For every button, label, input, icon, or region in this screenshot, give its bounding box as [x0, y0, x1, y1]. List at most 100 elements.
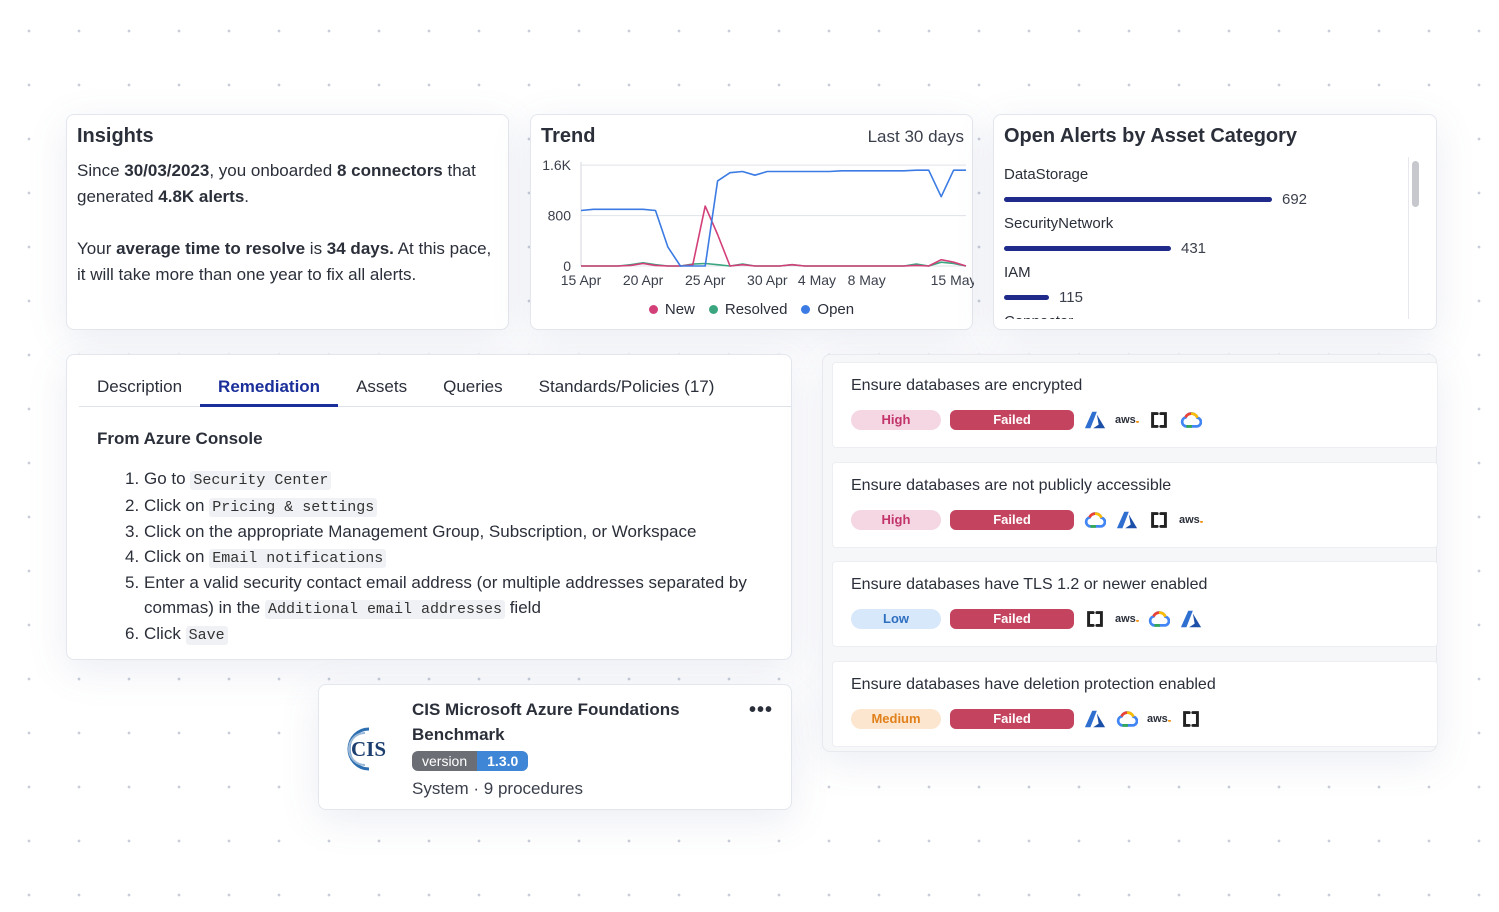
remediation-card: Description Remediation Assets Queries Stand…	[66, 354, 792, 660]
chart-legend: New Resolved Open	[531, 301, 972, 318]
policy-title: Ensure databases have deletion protectio…	[851, 676, 1216, 693]
trend-card: 0 800 1.6K 15 Apr 20 Apr 25 Apr 30 Apr 4 May 8 M…	[530, 114, 974, 330]
step-text: Click on Email notifications	[144, 545, 387, 572]
azure-icon	[1083, 408, 1107, 432]
azure-icon	[1083, 707, 1107, 731]
open-alerts-card: Open Alerts by Asset Category DataStorag…	[993, 114, 1437, 330]
provider-icons: aws	[1083, 508, 1203, 532]
tab-remediation[interactable]: Remediation	[200, 369, 339, 407]
status-badge: Failed	[950, 709, 1074, 729]
policy-item[interactable]: Ensure databases have deletion protectio…	[832, 661, 1438, 747]
status-badge: Failed	[950, 410, 1074, 430]
gcp-icon	[1083, 508, 1107, 532]
scrollbar-thumb[interactable]	[1412, 161, 1419, 207]
provider-icons: aws	[1083, 707, 1203, 731]
status-badge: Failed	[950, 510, 1074, 530]
category-name: DataStorage	[1004, 166, 1089, 183]
azure-icon	[1115, 508, 1139, 532]
legend-dot	[708, 305, 718, 314]
series-line-open	[580, 169, 966, 267]
aws-label: aws	[1147, 713, 1168, 725]
x-tick-label: 8 May	[848, 272, 886, 288]
category-item[interactable]: DataStorage 692	[1004, 165, 1404, 214]
category-bar	[1004, 196, 1272, 202]
x-tick-label: 15 May	[931, 272, 974, 288]
gcp-icon	[1179, 408, 1203, 432]
step-text: Click Save	[144, 622, 228, 649]
scrollbar[interactable]	[1408, 157, 1420, 319]
tab-standards-policies[interactable]: Standards/Policies (17)	[521, 369, 733, 407]
step-code: Pricing & settings	[209, 497, 378, 517]
category-bar	[1004, 294, 1049, 300]
alert-count: 4.8K alerts	[158, 187, 245, 206]
step-item: 6. Click Save	[125, 622, 765, 649]
x-tick-label: 20 Apr	[623, 272, 664, 288]
provider-icons: aws	[1083, 408, 1203, 432]
connector-count: 8 connectors	[336, 161, 443, 180]
legend-item-resolved[interactable]: Resolved	[708, 301, 787, 318]
legend-item-new[interactable]: New	[648, 301, 695, 318]
category-item[interactable]: Connector60	[1004, 312, 1404, 319]
gcp-icon	[1115, 707, 1139, 731]
policy-title: Ensure databases have TLS 1.2 or newer e…	[851, 576, 1208, 593]
step-item: 4. Click on Email notifications	[125, 545, 765, 572]
policy-item[interactable]: Ensure databases have TLS 1.2 or newer e…	[832, 561, 1438, 647]
step-item: 1. Go to Security Center	[125, 467, 765, 494]
aws-icon: aws	[1115, 408, 1139, 432]
x-tick-label: 30 Apr	[747, 272, 788, 288]
step-text: Go to Security Center	[144, 467, 332, 494]
x-tick-label: 4 May	[798, 272, 836, 288]
status-badge: Failed	[950, 609, 1074, 629]
step-number: 1.	[125, 469, 140, 488]
category-count: 431	[1181, 239, 1207, 257]
step-item: 3. Click on the appropriate Management Gr…	[125, 520, 765, 545]
step-number: 2.	[125, 495, 140, 515]
policy-item[interactable]: Ensure databases are not publicly access…	[832, 462, 1438, 548]
category-name: Connector	[1004, 312, 1404, 319]
onboard-date: 30/03/2023	[124, 161, 210, 180]
legend-dot	[648, 305, 658, 314]
category-item[interactable]: SecurityNetwork 431	[1004, 214, 1404, 263]
tab-queries[interactable]: Queries	[425, 369, 521, 407]
insights-resolve-time: Your average time to resolve is 34 days.…	[77, 239, 492, 284]
version-value: 1.3.0	[477, 751, 529, 771]
gcp-icon	[1147, 607, 1171, 631]
category-bar	[1004, 245, 1171, 251]
resolve-days: 34 days.	[326, 239, 394, 258]
azure-icon	[1179, 607, 1203, 631]
version-badge: version 1.3.0	[412, 751, 529, 771]
y-tick-label: 800	[548, 208, 572, 224]
severity-badge: Low	[851, 609, 941, 629]
aws-icon: aws	[1115, 607, 1139, 631]
category-list: DataStorage 692 SecurityNetwork 431 IAM 115 Co…	[1004, 165, 1404, 319]
insights-card: Insights Since 30/03/2023, you onboarded…	[66, 114, 509, 330]
connector-icon	[1147, 408, 1171, 432]
step-number: 5.	[125, 573, 140, 592]
policy-title: Ensure databases are not publicly access…	[851, 477, 1172, 494]
trend-range[interactable]: Last 30 days	[868, 127, 964, 147]
legend-dot	[801, 305, 811, 314]
connector-icon	[1179, 707, 1203, 731]
step-code: Email notifications	[209, 548, 387, 568]
policy-list: Ensure databases are encrypted High Failed…	[822, 354, 1438, 752]
policy-item[interactable]: Ensure databases are encrypted High Failed…	[832, 362, 1438, 448]
step-item: 2. Click on Pricing & settings	[125, 494, 765, 521]
legend-item-open[interactable]: Open	[801, 301, 854, 318]
aws-icon: aws	[1179, 508, 1203, 532]
step-code: Save	[185, 626, 228, 645]
x-tick-label: 15 Apr	[561, 272, 602, 288]
aws-label: aws	[1179, 514, 1200, 526]
provider-icons: aws	[1083, 607, 1203, 631]
benchmark-card[interactable]: CIS CIS Microsoft Azure Foundations Benc…	[318, 684, 792, 810]
open-alerts-title: Open Alerts by Asset Category	[1004, 125, 1298, 147]
step-item: 5. Enter a valid security contact email a…	[125, 571, 765, 622]
aws-icon: aws	[1147, 707, 1171, 731]
category-count: 692	[1282, 190, 1308, 208]
connector-icon	[1147, 508, 1171, 532]
more-options-button[interactable]: •••	[749, 699, 773, 722]
step-text: Click on Pricing & settings	[144, 494, 378, 521]
tab-description[interactable]: Description	[79, 369, 200, 407]
category-item[interactable]: IAM 115	[1004, 263, 1404, 312]
category-name: IAM	[1004, 264, 1031, 281]
tab-assets[interactable]: Assets	[338, 369, 425, 407]
